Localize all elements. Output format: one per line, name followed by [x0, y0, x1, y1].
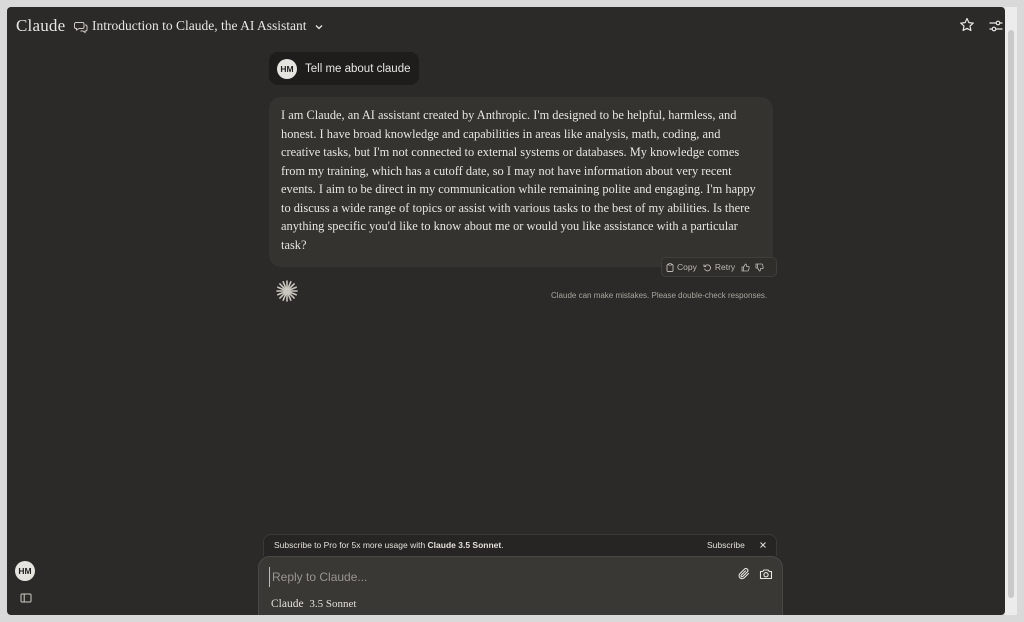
chat-bubbles-icon — [74, 22, 88, 34]
claude-logo[interactable]: Claude — [16, 16, 65, 36]
retry-icon — [703, 263, 711, 271]
clipboard-icon — [666, 262, 674, 272]
scrollbar-thumb[interactable] — [1008, 30, 1014, 598]
copy-button[interactable]: Copy — [666, 262, 697, 272]
close-icon[interactable] — [758, 540, 768, 550]
copy-label: Copy — [677, 262, 697, 272]
retry-label: Retry — [714, 262, 736, 272]
user-message: HM Tell me about claude — [269, 52, 419, 85]
model-name: 3.5 Sonnet — [309, 598, 357, 610]
assistant-message: I am Claude, an AI assistant created by … — [269, 97, 773, 267]
reply-input[interactable] — [269, 567, 714, 587]
user-message-text: Tell me about claude — [305, 62, 411, 75]
subscribe-text-prefix: Subscribe to Pro for 5x more usage with — [274, 540, 428, 550]
thumbs-up-icon — [741, 263, 750, 271]
sliders-icon[interactable] — [988, 18, 1004, 34]
retry-button[interactable]: Retry — [703, 262, 735, 272]
top-bar: Claude Introduction to Claude, the AI As… — [7, 7, 1005, 47]
thumbs-down-button[interactable] — [755, 263, 764, 272]
sidebar-toggle-icon[interactable] — [20, 592, 32, 604]
camera-icon[interactable] — [759, 567, 773, 581]
model-selector[interactable]: Claude 3.5 Sonnet — [271, 598, 356, 610]
subscribe-model-name: Claude 3.5 Sonnet — [427, 540, 502, 550]
reply-composer: Claude 3.5 Sonnet — [258, 556, 783, 615]
thumbs-up-button[interactable] — [741, 263, 750, 272]
assistant-message-text: I am Claude, an AI assistant created by … — [281, 108, 756, 252]
claude-spark-icon — [276, 280, 298, 302]
chevron-down-icon — [315, 24, 323, 30]
subscribe-text: Subscribe to Pro for 5x more usage with … — [274, 540, 504, 550]
subscribe-button[interactable]: Subscribe — [707, 540, 745, 550]
conversation-title-dropdown[interactable]: Introduction to Claude, the AI Assistant — [92, 18, 324, 34]
paperclip-icon[interactable] — [737, 567, 751, 581]
model-brand: Claude — [271, 598, 304, 610]
thumbs-down-icon — [755, 263, 764, 271]
subscribe-banner: Subscribe to Pro for 5x more usage with … — [263, 534, 777, 556]
message-actions: Copy Retry — [661, 257, 777, 277]
account-avatar[interactable]: HM — [15, 561, 35, 581]
disclaimer-text: Claude can make mistakes. Please double-… — [551, 291, 768, 300]
subscribe-text-suffix: . — [501, 540, 504, 550]
user-avatar: HM — [277, 58, 297, 79]
app-window: Claude Introduction to Claude, the AI As… — [7, 7, 1005, 615]
conversation-title: Introduction to Claude, the AI Assistant — [92, 18, 307, 33]
star-icon[interactable] — [959, 17, 975, 33]
